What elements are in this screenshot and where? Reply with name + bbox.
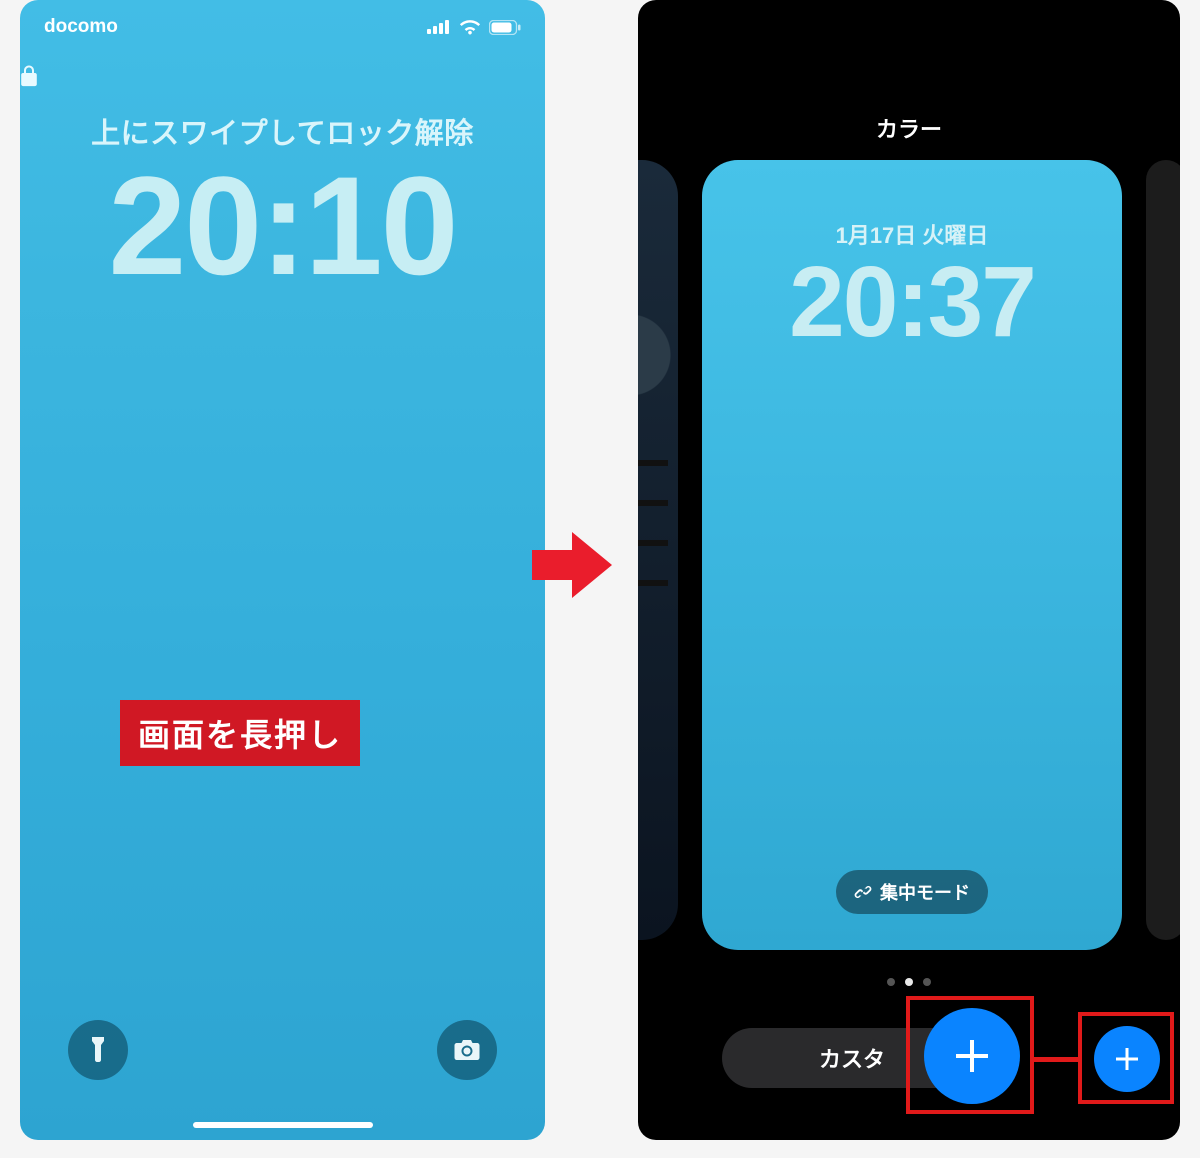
battery-icon bbox=[489, 20, 521, 35]
page-dot bbox=[923, 978, 931, 986]
customize-label: カスタ bbox=[819, 1042, 885, 1074]
flashlight-button[interactable] bbox=[68, 1020, 128, 1080]
preview-time: 20:37 bbox=[789, 250, 1035, 355]
wallpaper-card-prev[interactable] bbox=[638, 160, 678, 940]
flashlight-icon bbox=[88, 1036, 108, 1064]
lock-time: 20:10 bbox=[20, 156, 545, 296]
swipe-hint: 上にスワイプしてロック解除 bbox=[20, 110, 545, 152]
page-dot-active bbox=[905, 978, 913, 986]
status-bar: docomo bbox=[20, 0, 545, 42]
lock-screen[interactable]: docomo 上にスワイプしてロック解除 20:10 画面を長押し bbox=[20, 0, 545, 1140]
wallpaper-card-current[interactable]: 1月17日 火曜日 20:37 集中モード bbox=[702, 160, 1122, 950]
carrier-label: docomo bbox=[44, 16, 118, 38]
highlight-box bbox=[906, 996, 1034, 1114]
instruction-callout: 画面を長押し bbox=[120, 700, 360, 766]
focus-mode-label: 集中モード bbox=[880, 879, 970, 905]
link-icon bbox=[854, 883, 872, 901]
wifi-icon bbox=[459, 19, 481, 35]
camera-icon bbox=[453, 1039, 481, 1061]
wallpaper-gallery[interactable]: カラー 1月17日 火曜日 20:37 集中モード カスタ bbox=[638, 0, 1180, 1140]
highlight-box bbox=[1078, 1012, 1174, 1104]
signal-icon bbox=[427, 20, 451, 34]
highlight-connector bbox=[1034, 1057, 1080, 1062]
page-dots bbox=[638, 978, 1180, 986]
camera-button[interactable] bbox=[437, 1020, 497, 1080]
focus-mode-button[interactable]: 集中モード bbox=[836, 870, 988, 914]
lock-bottom-actions bbox=[20, 1020, 545, 1080]
page-dot bbox=[887, 978, 895, 986]
arrow-icon bbox=[527, 520, 617, 610]
lock-icon bbox=[20, 64, 545, 88]
gallery-title: カラー bbox=[638, 112, 1180, 144]
home-indicator[interactable] bbox=[193, 1122, 373, 1128]
wallpaper-carousel[interactable]: 1月17日 火曜日 20:37 集中モード bbox=[638, 160, 1180, 960]
wallpaper-card-next[interactable] bbox=[1146, 160, 1180, 940]
status-right bbox=[427, 19, 521, 35]
